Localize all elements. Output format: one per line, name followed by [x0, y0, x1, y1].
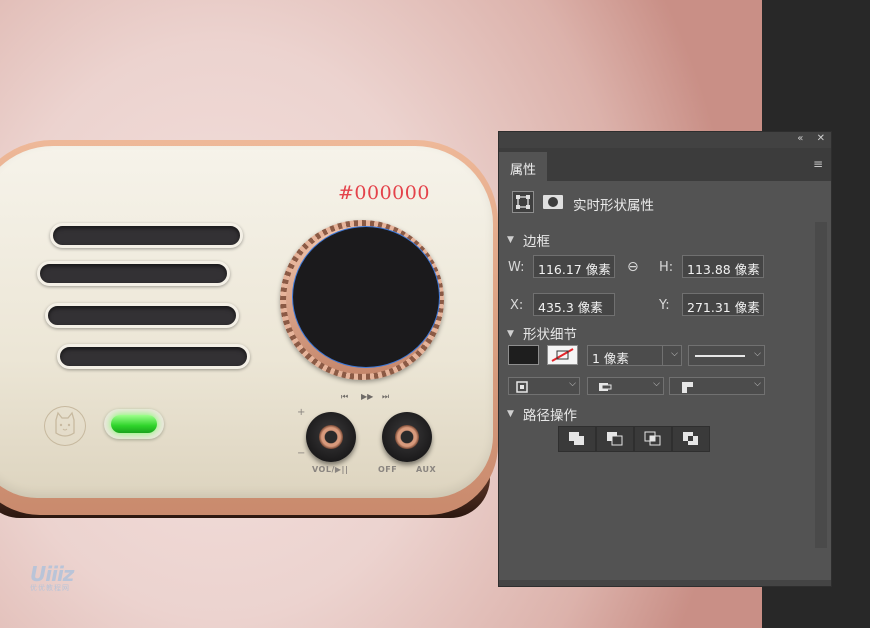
align-stroke-dropdown[interactable]: ⌵: [508, 377, 580, 395]
prev-icon: ⏮: [341, 392, 349, 401]
cat-face-icon: [55, 411, 75, 437]
source-knob: [382, 412, 432, 462]
chevron-down-icon: ⌵: [653, 379, 660, 389]
panel-titlebar: « ✕: [499, 132, 831, 148]
color-hex-annotation: #000000: [338, 182, 430, 204]
x-label: X:: [510, 298, 524, 313]
chevron-down-icon: ⌵: [569, 379, 576, 389]
solid-line-icon: [695, 355, 745, 357]
link-proportions-icon[interactable]: ⊖: [627, 259, 639, 275]
panel-bottom-bar: [499, 580, 831, 586]
section-path-title: 路径操作: [523, 408, 577, 424]
close-icon[interactable]: ✕: [817, 133, 825, 144]
chevron-down-icon[interactable]: ▼: [507, 235, 514, 245]
chevron-down-icon: ⌵: [754, 379, 761, 389]
mask-icon[interactable]: [542, 193, 564, 211]
fill-color-swatch[interactable]: [508, 345, 539, 365]
play-icon: ▶▶: [361, 392, 374, 401]
w-label: W:: [508, 260, 525, 275]
stroke-width-value: 1 像素: [592, 351, 629, 366]
exclude-icon: [683, 432, 698, 445]
h-label: H:: [659, 260, 674, 275]
properties-panel: « ✕ 属性 ≡ 实时形状属性 ▼ 边框 W: 116.17 像素 ⊖ H: 1…: [498, 131, 832, 587]
mask-shape-icon: [543, 195, 563, 209]
combine-icon: [569, 432, 584, 445]
minus-icon: −: [297, 448, 306, 459]
grille-bar: [57, 344, 250, 369]
cap-type-icon: [599, 383, 612, 391]
speaker: [280, 220, 450, 385]
subtract-front-button[interactable]: [596, 426, 634, 452]
plus-icon: +: [297, 407, 306, 418]
led-light: [111, 415, 157, 433]
stroke-color-swatch[interactable]: [547, 345, 578, 365]
tab-properties[interactable]: 属性: [499, 152, 547, 181]
height-field[interactable]: 113.88 像素: [682, 255, 764, 278]
power-led: [104, 409, 164, 439]
exclude-overlap-button[interactable]: [672, 426, 710, 452]
collapse-icon[interactable]: «: [797, 133, 803, 144]
volume-knob: [306, 412, 356, 462]
panel-menu-icon[interactable]: ≡: [813, 157, 823, 171]
speaker-circle-shape[interactable]: [292, 226, 440, 368]
corner-type-dropdown[interactable]: ⌵: [669, 377, 765, 395]
knob-cap: [395, 425, 419, 449]
width-field[interactable]: 116.17 像素: [533, 255, 615, 278]
y-field[interactable]: 271.31 像素: [682, 293, 764, 316]
combine-shapes-button[interactable]: [558, 426, 596, 452]
aux-label: AUX: [416, 465, 437, 474]
knob-cap: [319, 425, 343, 449]
cat-logo-icon: [44, 406, 86, 446]
no-stroke-icon: [551, 348, 574, 362]
subtract-icon: [607, 432, 623, 446]
align-stroke-icon: [516, 381, 528, 393]
y-label: Y:: [659, 298, 670, 313]
panel-scrollbar[interactable]: [815, 222, 827, 548]
watermark: Uiiiz 优优教程网: [30, 562, 74, 593]
stroke-type-dropdown[interactable]: ⌵: [688, 345, 765, 366]
next-icon: ⏭: [382, 392, 390, 401]
grille-bar: [45, 303, 239, 328]
transform-box-icon: [516, 195, 530, 209]
watermark-subtitle: 优优教程网: [30, 584, 70, 592]
grille-bar: [37, 261, 230, 286]
off-label: OFF: [378, 465, 398, 474]
grille-bar: [50, 223, 243, 248]
intersect-icon: [644, 431, 661, 446]
stroke-width-dropdown[interactable]: 1 像素 ⌵: [587, 345, 682, 366]
corner-type-icon: [682, 382, 693, 393]
chevron-down-icon: ⌵: [754, 349, 761, 359]
chevron-down-icon[interactable]: ▼: [507, 329, 514, 339]
x-field[interactable]: 435.3 像素: [533, 293, 615, 316]
shape-transform-icon[interactable]: [512, 191, 534, 213]
intersect-button[interactable]: [634, 426, 672, 452]
cap-type-dropdown[interactable]: ⌵: [587, 377, 664, 395]
chevron-down-icon: ⌵: [671, 349, 678, 359]
panel-tabbar: 属性 ≡: [499, 148, 831, 181]
chevron-down-icon[interactable]: ▼: [507, 409, 514, 419]
section-bounds-title: 边框: [523, 234, 550, 250]
live-shape-title: 实时形状属性: [573, 198, 654, 214]
vol-label: VOL/▶||: [312, 465, 349, 474]
section-shape-title: 形状细节: [523, 327, 577, 343]
